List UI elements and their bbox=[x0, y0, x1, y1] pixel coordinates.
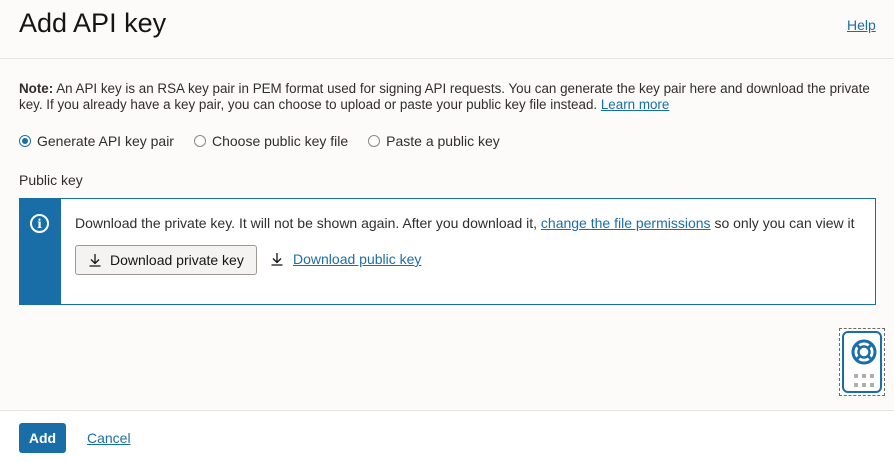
cancel-link[interactable]: Cancel bbox=[87, 430, 131, 446]
lifebuoy-icon bbox=[851, 339, 877, 365]
download-public-key-link[interactable]: Download public key bbox=[270, 251, 421, 267]
radio-paste-public-key[interactable]: Paste a public key bbox=[368, 133, 500, 149]
radio-unselected-icon bbox=[368, 135, 381, 147]
panel-header: Add API key Help bbox=[0, 0, 894, 59]
help-widget-body bbox=[842, 331, 882, 393]
page-title: Add API key bbox=[19, 8, 167, 38]
radio-label: Choose public key file bbox=[211, 133, 349, 149]
note-label: Note: bbox=[19, 81, 54, 96]
radio-label: Generate API key pair bbox=[37, 133, 174, 149]
panel-footer: Add Cancel bbox=[0, 410, 894, 462]
info-icon: i bbox=[30, 214, 49, 233]
info-text: Download the private key. It will not be… bbox=[75, 215, 855, 231]
download-private-key-label: Download private key bbox=[110, 252, 244, 268]
radio-selected-icon bbox=[19, 135, 31, 147]
radio-unselected-icon bbox=[193, 135, 206, 147]
download-icon bbox=[89, 254, 101, 267]
download-icon bbox=[271, 253, 283, 266]
download-private-key-button[interactable]: Download private key bbox=[75, 245, 257, 275]
grid-dots-icon bbox=[854, 374, 874, 388]
info-text-before: Download the private key. It will not be… bbox=[75, 215, 541, 231]
note-text: Note: An API key is an RSA key pair in P… bbox=[19, 81, 879, 112]
public-key-label: Public key bbox=[19, 172, 83, 188]
info-text-after: so only you can view it bbox=[710, 215, 855, 231]
info-message-box: i Download the private key. It will not … bbox=[19, 198, 876, 305]
note-body: An API key is an RSA key pair in PEM for… bbox=[19, 81, 870, 112]
learn-more-link[interactable]: Learn more bbox=[601, 97, 669, 112]
help-widget-button[interactable] bbox=[839, 328, 885, 396]
change-file-permissions-link[interactable]: change the file permissions bbox=[541, 215, 711, 231]
info-bar: i bbox=[20, 199, 61, 304]
download-public-key-label: Download public key bbox=[293, 251, 422, 267]
add-button[interactable]: Add bbox=[19, 423, 66, 453]
key-source-radio-group: Generate API key pair Choose public key … bbox=[19, 132, 520, 150]
help-link[interactable]: Help bbox=[847, 17, 876, 33]
radio-label: Paste a public key bbox=[386, 133, 500, 149]
radio-choose-public-key-file[interactable]: Choose public key file bbox=[193, 133, 349, 149]
radio-generate-key-pair[interactable]: Generate API key pair bbox=[19, 133, 174, 149]
